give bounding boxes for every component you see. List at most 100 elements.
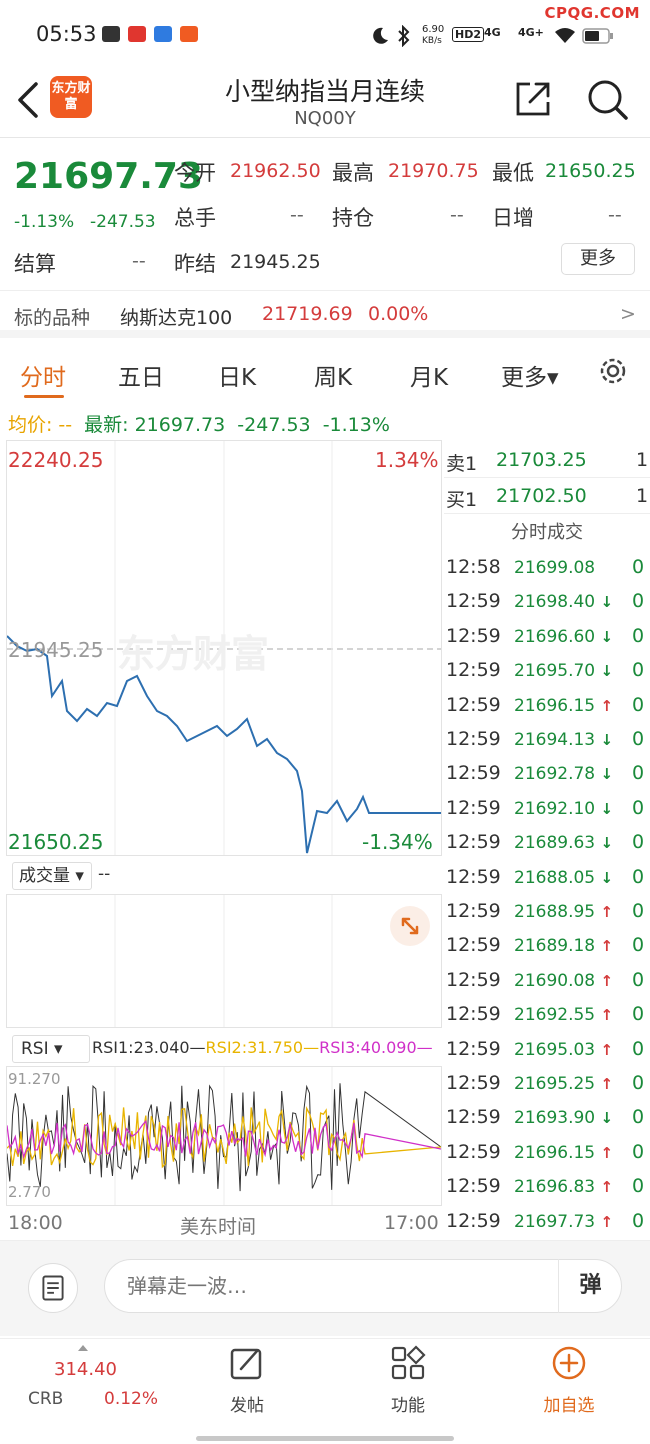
nav-post[interactable]: 发帖 [202, 1345, 292, 1416]
crb-name: CRB [28, 1389, 64, 1409]
underlying-row[interactable]: 标的品种 纳斯达克100 21719.69 0.00% > [0, 290, 650, 338]
tick-row: 12:59 21698.40 ↓ 0 [444, 586, 650, 620]
tick-qty: 0 [632, 1140, 645, 1163]
grid-icon [391, 1345, 426, 1380]
chart-top-price: 22240.25 [8, 448, 104, 472]
tick-qty: 0 [632, 934, 645, 957]
crb-value: 314.40 [54, 1359, 117, 1380]
watermark-text: CPQG.COM [544, 4, 640, 22]
tick-qty: 0 [632, 693, 645, 716]
arrow-down-icon: ↓ [600, 1109, 614, 1128]
tick-price: 21695.03 ↑ [514, 1040, 613, 1060]
rsi-toolbar: RSI ▾ RSI1:23.040—RSI2:31.750—RSI3:40.09… [6, 1032, 442, 1066]
tick-price: 21696.60 ↓ [514, 627, 613, 647]
tick-price: 21694.13 ↓ [514, 730, 613, 750]
app-notification-icon [128, 26, 146, 42]
tick-price-value: 21696.60 [514, 626, 596, 647]
tick-time: 12:59 [446, 831, 501, 854]
tick-price-value: 21689.63 [514, 833, 596, 854]
rsi-chart[interactable] [6, 1066, 442, 1206]
tick-price: 21688.05 ↓ [514, 868, 613, 888]
tick-time: 12:59 [446, 934, 501, 957]
wifi-icon [555, 28, 575, 43]
bottom-nav: 314.40 CRB 0.12% 发帖 功能 加自选 [0, 1338, 650, 1444]
rsi3-value: RSI3:40.090— [319, 1038, 433, 1057]
expand-icon[interactable] [390, 906, 430, 946]
arrow-up-icon: ↑ [600, 1040, 614, 1059]
volume-indicator-select[interactable]: 成交量 ▾ [12, 862, 92, 890]
tick-qty: 0 [632, 1072, 645, 1094]
note-icon[interactable] [28, 1263, 78, 1313]
tick-price-value: 21688.95 [514, 902, 596, 922]
tick-price-value: 21696.15 [514, 695, 596, 716]
bid-qty: 1 [636, 485, 649, 507]
latest-label: 最新: [84, 414, 129, 436]
tick-time: 12:59 [446, 762, 501, 785]
open-label: 今开 [174, 161, 216, 185]
open-value: 21962.50 [230, 160, 321, 182]
tick-time: 12:59 [446, 1072, 501, 1094]
home-indicator[interactable] [196, 1436, 454, 1441]
ask-row: 卖1 21703.25 1 [444, 442, 650, 478]
tick-price: 21696.15 ↑ [514, 696, 613, 716]
tick-price: 21695.70 ↓ [514, 661, 613, 681]
nav-functions[interactable]: 功能 [363, 1345, 453, 1416]
arrow-up-icon: ↑ [600, 696, 614, 715]
nav-add-watchlist[interactable]: 加自选 [524, 1345, 614, 1416]
tab-weekly-k[interactable]: 周K [314, 358, 352, 392]
tab-intraday[interactable]: 分时 [20, 358, 66, 392]
tick-qty: 0 [632, 831, 645, 854]
gear-icon[interactable] [596, 354, 630, 388]
arrow-up-icon: ↑ [600, 1178, 614, 1197]
daily-increase-value: -- [608, 204, 622, 226]
tick-time: 12:59 [446, 659, 501, 682]
tick-qty: 0 [632, 1037, 645, 1060]
tick-time: 12:59 [446, 728, 501, 750]
status-time: 05:53 [36, 22, 97, 46]
avg-label: 均价: [8, 414, 53, 436]
tick-qty: 0 [632, 865, 645, 888]
arrow-down-icon: ↓ [600, 627, 614, 646]
tab-more[interactable]: 更多▾ [501, 358, 559, 392]
plus-circle-icon [552, 1346, 586, 1380]
tick-row: 12:59 21692.10 ↓ 0 [444, 793, 650, 827]
danmu-toggle-button[interactable]: 弹 [558, 1259, 622, 1313]
volume-grid [114, 895, 333, 1027]
latest-change: -247.53 [237, 414, 311, 436]
tick-row: 12:59 21694.13 ↓ 0 [444, 724, 650, 758]
nav-functions-label: 功能 [391, 1396, 425, 1416]
tick-row: 12:59 21692.55 ↑ 0 [444, 999, 650, 1033]
share-icon[interactable] [514, 80, 552, 118]
open-interest-label: 持仓 [332, 206, 374, 230]
tick-qty: 0 [632, 1003, 645, 1026]
volume-chart[interactable] [6, 894, 442, 1028]
tick-price-value: 21689.18 [514, 936, 596, 957]
rsi-indicator-select[interactable]: RSI ▾ [12, 1035, 90, 1063]
search-icon[interactable] [586, 78, 628, 120]
settle-value: -- [132, 250, 146, 272]
rsi-values: RSI1:23.040—RSI2:31.750—RSI3:40.090— [92, 1038, 433, 1057]
tick-price: 21698.40 ↓ [514, 592, 613, 612]
arrow-down-icon: ↓ [600, 662, 614, 681]
tick-qty: 0 [632, 556, 645, 578]
tick-price: 21689.63 ↓ [514, 833, 613, 853]
more-button[interactable]: 更多 [561, 243, 635, 275]
prev-settle-label: 昨结 [174, 252, 216, 276]
arrow-up-icon: ↑ [600, 937, 614, 956]
tick-price: 21699.08 [514, 558, 595, 578]
danmu-input[interactable] [104, 1259, 622, 1313]
tick-row: 12:59 21688.95 ↑ 0 [444, 896, 650, 930]
tab-five-day[interactable]: 五日 [118, 358, 164, 392]
chart-mid-price: 21945.25 [8, 638, 104, 662]
tick-row: 12:59 21695.70 ↓ 0 [444, 655, 650, 689]
tick-price-value: 21695.03 [514, 1039, 596, 1060]
tab-monthly-k[interactable]: 月K [410, 358, 448, 392]
volume-indicator-value: -- [98, 864, 111, 884]
price-legend: 均价: -- 最新: 21697.73 -247.53 -1.13% [8, 410, 396, 437]
arrow-down-icon: ↓ [600, 868, 614, 887]
tick-price: 21696.15 ↑ [514, 1143, 613, 1163]
tick-qty: 0 [632, 624, 645, 647]
chart-bottom-pct: -1.34% [362, 830, 433, 854]
tick-row: 12:59 21695.03 ↑ 0 [444, 1034, 650, 1068]
tab-daily-k[interactable]: 日K [218, 358, 256, 392]
